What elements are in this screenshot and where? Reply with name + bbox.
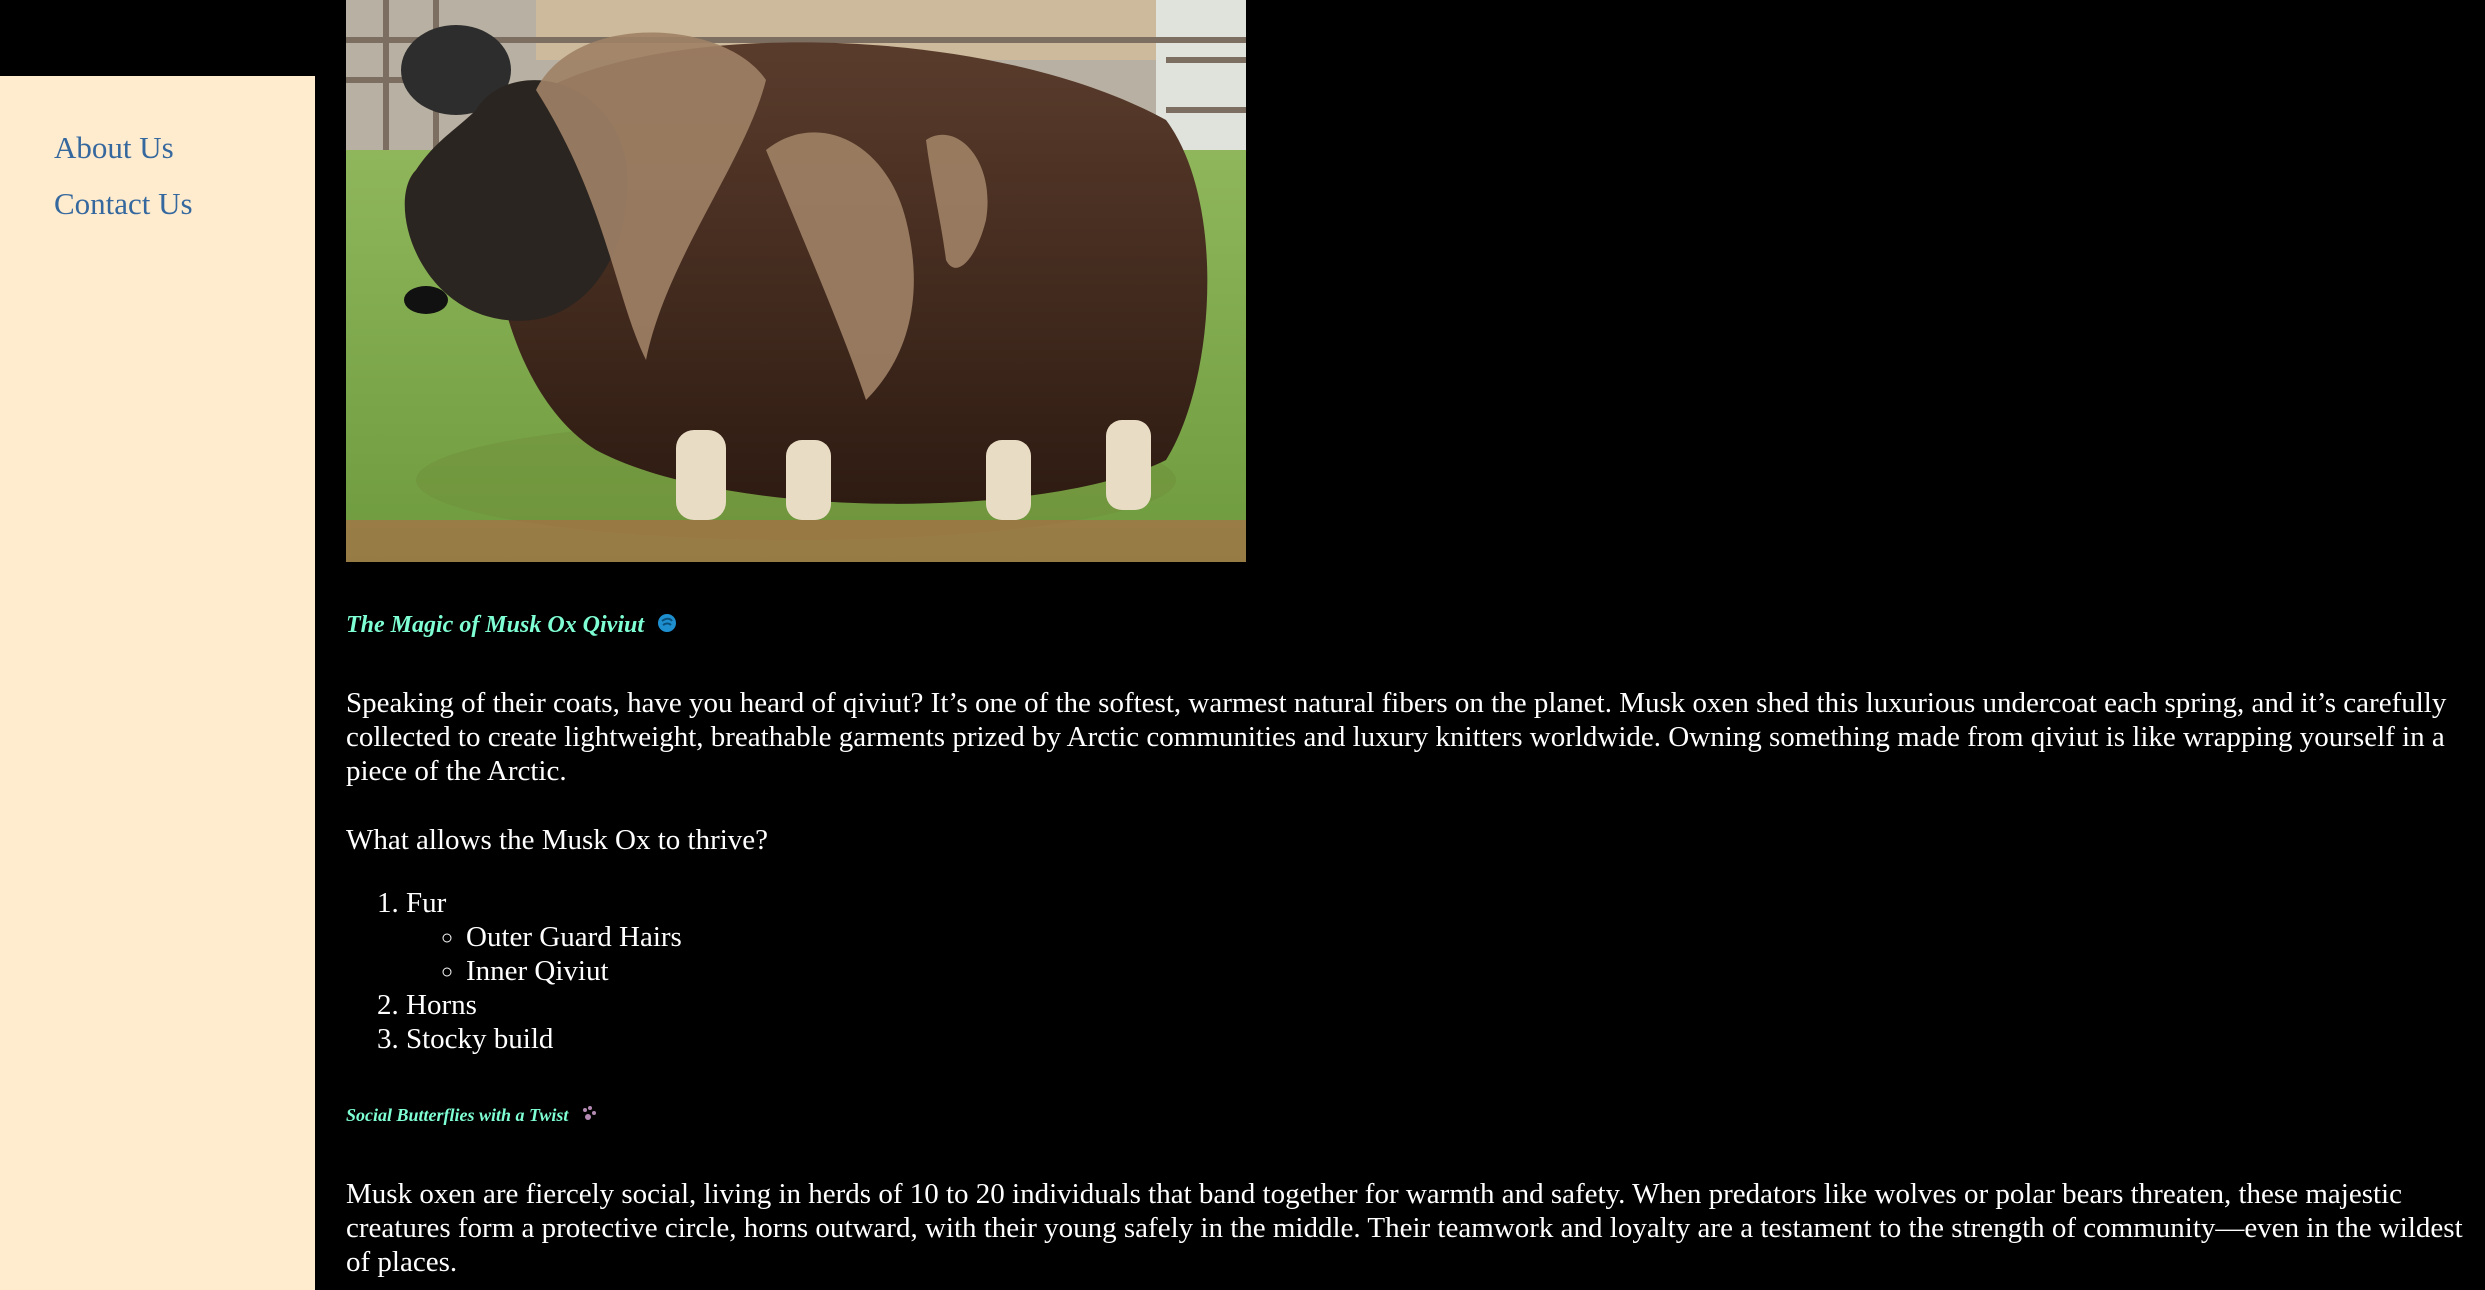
about-us-link[interactable]: About Us xyxy=(54,126,174,170)
qiviut-paragraph: Speaking of their coats, have you heard … xyxy=(346,687,2447,787)
heading-social: Social Butterflies with a Twist xyxy=(346,1105,598,1128)
sidebar-item-contact: Contact Us xyxy=(54,182,193,238)
thrive-question: What allows the Musk Ox to thrive? xyxy=(346,824,769,856)
sidebar-item-about: About Us xyxy=(54,126,193,182)
sidebar-nav-list: About Us Contact Us xyxy=(54,126,193,238)
heading-qiviut-text: The Magic of Musk Ox Qiviut xyxy=(346,612,645,639)
list-item-guard-hairs: Outer Guard Hairs xyxy=(466,920,682,954)
tornado-icon xyxy=(656,612,678,641)
contact-us-link[interactable]: Contact Us xyxy=(54,182,193,226)
main-content: The Magic of Musk Ox Qiviut Speaking of … xyxy=(346,0,2476,1278)
heading-qiviut: The Magic of Musk Ox Qiviut xyxy=(346,612,678,641)
list-item-label: Fur xyxy=(406,887,447,919)
social-paragraph: Musk oxen are fiercely social, living in… xyxy=(346,1178,2463,1278)
traits-list: Fur Outer Guard Hairs Inner Qiviut Horns… xyxy=(346,886,682,1056)
list-item-stocky-build: Stocky build xyxy=(406,1022,682,1056)
sidebar: About Us Contact Us xyxy=(0,76,315,1290)
fur-sublist: Outer Guard Hairs Inner Qiviut xyxy=(406,920,682,988)
musk-ox-photo xyxy=(346,0,1246,562)
paw-prints-icon xyxy=(580,1105,598,1128)
list-item-horns: Horns xyxy=(406,988,682,1022)
heading-social-text: Social Butterflies with a Twist xyxy=(346,1105,569,1125)
list-item-fur: Fur Outer Guard Hairs Inner Qiviut xyxy=(406,886,682,988)
list-item-inner-qiviut: Inner Qiviut xyxy=(466,954,682,988)
